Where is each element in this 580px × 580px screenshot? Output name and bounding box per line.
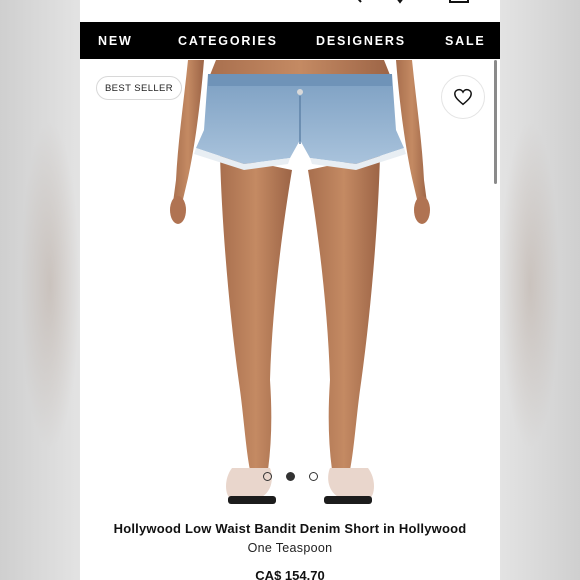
image-carousel-dots	[80, 472, 500, 482]
shopping-bag-icon[interactable]	[448, 0, 470, 4]
heart-icon[interactable]	[392, 0, 408, 4]
search-icon[interactable]	[348, 0, 364, 4]
nav-designers[interactable]: DESIGNERS	[316, 34, 406, 48]
carousel-dot[interactable]	[286, 472, 295, 481]
wishlist-button[interactable]	[441, 75, 485, 119]
product-brand[interactable]: One Teaspoon	[80, 541, 500, 555]
scrollbar[interactable]	[494, 60, 497, 184]
background-right	[500, 0, 580, 580]
background-left	[0, 0, 80, 580]
main-navigation: NEW CATEGORIES DESIGNERS SALE	[80, 22, 500, 59]
heart-icon	[454, 88, 472, 106]
product-page: NEW CATEGORIES DESIGNERS SALE BEST SELLE…	[80, 0, 500, 580]
carousel-dot[interactable]	[263, 472, 272, 481]
best-seller-badge: BEST SELLER	[96, 76, 182, 100]
product-price: CA$ 154.70	[255, 568, 325, 580]
product-image[interactable]	[160, 60, 440, 515]
nav-categories[interactable]: CATEGORIES	[178, 34, 278, 48]
product-title: Hollywood Low Waist Bandit Denim Short i…	[113, 521, 467, 536]
nav-sale[interactable]: SALE	[445, 34, 486, 48]
top-header	[80, 0, 500, 22]
carousel-dot[interactable]	[309, 472, 318, 481]
nav-new[interactable]: NEW	[98, 34, 133, 48]
